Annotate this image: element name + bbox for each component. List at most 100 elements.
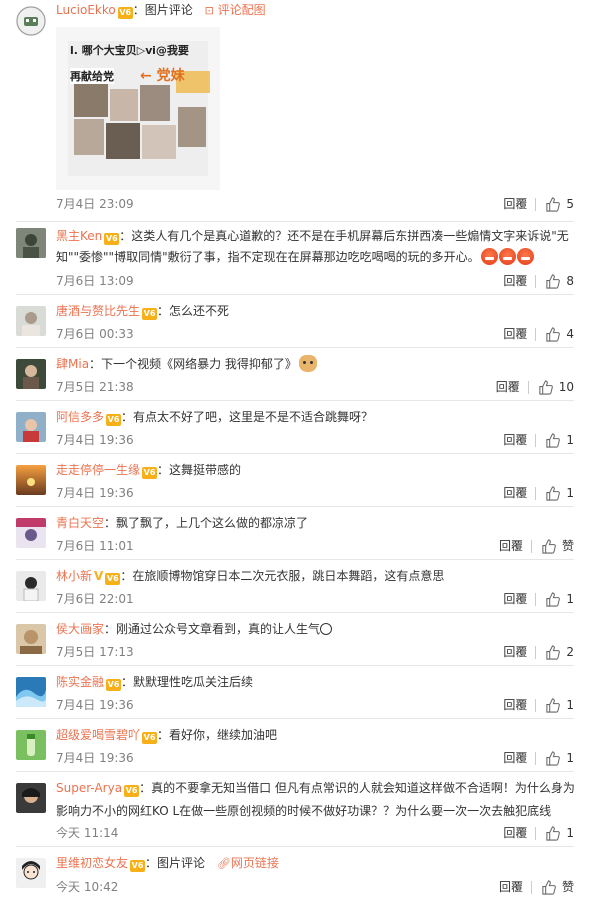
username-link[interactable]: 阿信多多 bbox=[56, 410, 104, 424]
thumbs-up-icon bbox=[546, 485, 561, 501]
reply-button[interactable]: 回覆 bbox=[503, 273, 527, 289]
comment-line: 阿信多多 V6 ：有点太不好了吧，这里是不是不适合跳舞呀？ bbox=[56, 407, 574, 428]
comment-item: 陈实金融 V6 ：默默理性吃瓜关注后续 7月4日 19:36 回覆 1 bbox=[0, 666, 590, 719]
like-button[interactable]: 1 bbox=[545, 825, 574, 841]
like-count: 4 bbox=[566, 327, 574, 341]
separator: ： bbox=[157, 463, 170, 477]
comment-item: 超级爱喝雪碧吖 V6 ：看好你，继续加油吧 7月4日 19:36 回覆 1 bbox=[0, 719, 590, 772]
avatar[interactable] bbox=[16, 677, 46, 707]
member-badge-icon: V6 bbox=[106, 414, 122, 426]
username-link[interactable]: 黑主Ken bbox=[56, 229, 102, 243]
username-link[interactable]: 青白天空 bbox=[56, 516, 104, 530]
like-count: 2 bbox=[566, 645, 574, 659]
reply-button[interactable]: 回覆 bbox=[503, 825, 527, 841]
web-link[interactable]: 🔗︎网页链接 bbox=[217, 856, 279, 870]
comment-actions: 回覆 赞 bbox=[499, 879, 574, 895]
like-button[interactable]: 赞 bbox=[541, 879, 574, 895]
reply-button[interactable]: 回覆 bbox=[503, 750, 527, 766]
username-link[interactable]: 侯大画家 bbox=[56, 622, 104, 636]
reply-button[interactable]: 回覆 bbox=[503, 432, 527, 448]
comment-image[interactable]: l. 哪个大宝贝▷ⅵ@我要 再献给党 ← 党妹 bbox=[56, 27, 220, 190]
avatar[interactable] bbox=[16, 6, 46, 36]
comment-text: 有点太不好了吧，这里是不是不适合跳舞呀？ bbox=[133, 410, 374, 424]
username-link[interactable]: LucioEkko bbox=[56, 3, 116, 17]
username-link[interactable]: 里维初恋女友 bbox=[56, 856, 128, 870]
username-link[interactable]: 超级爱喝雪碧吖 bbox=[56, 728, 140, 742]
avatar[interactable] bbox=[16, 359, 46, 389]
comment-item: Super-Arya V6 ：真的不要拿无知当借口 但凡有点常识的人就会知道这样做不… bbox=[0, 772, 590, 847]
avatar[interactable] bbox=[16, 228, 46, 258]
avatar[interactable] bbox=[16, 858, 46, 888]
thumbs-up-icon bbox=[539, 379, 553, 395]
comment-time: 7月6日 13:09 bbox=[56, 274, 134, 288]
username-link[interactable]: 肆Mia bbox=[56, 357, 89, 371]
member-badge-icon: V6 bbox=[106, 679, 122, 691]
like-count: 赞 bbox=[561, 880, 574, 894]
image-icon: ⊡ bbox=[204, 4, 214, 17]
comment-text: 这舞挺带感的 bbox=[169, 463, 242, 477]
like-button[interactable]: 1 bbox=[545, 591, 574, 607]
reply-button[interactable]: 回覆 bbox=[503, 485, 527, 501]
reply-button[interactable]: 回覆 bbox=[499, 879, 523, 895]
comment-line: 侯大画家：刚通过公众号文章看到，真的让人生气 bbox=[56, 619, 574, 640]
avatar[interactable] bbox=[16, 783, 46, 813]
reply-button[interactable]: 回覆 bbox=[503, 326, 527, 342]
member-badge-icon: V6 bbox=[117, 7, 133, 19]
username-link[interactable]: 陈实金融 bbox=[56, 675, 104, 689]
comment-actions: 回覆 1 bbox=[503, 432, 574, 448]
comment-text: 看好你，继续加油吧 bbox=[169, 728, 278, 742]
like-button[interactable]: 4 bbox=[545, 326, 574, 342]
web-link-text: 网页链接 bbox=[230, 856, 279, 870]
divider bbox=[527, 380, 529, 394]
like-button[interactable]: 8 bbox=[545, 273, 574, 289]
like-button[interactable]: 1 bbox=[545, 697, 574, 713]
avatar[interactable] bbox=[16, 412, 46, 442]
like-button[interactable]: 1 bbox=[545, 485, 574, 501]
reply-button[interactable]: 回覆 bbox=[503, 196, 527, 212]
separator: ： bbox=[139, 781, 152, 795]
reply-button[interactable]: 回覆 bbox=[503, 644, 527, 660]
comment-line: 肆Mia：下一个视频《网络暴力 我得抑郁了》 bbox=[56, 354, 574, 375]
reply-button[interactable]: 回覆 bbox=[499, 538, 523, 554]
comment-line: 超级爱喝雪碧吖 V6 ：看好你，继续加油吧 bbox=[56, 725, 574, 746]
username-link[interactable]: 唐酒与赘比先生 bbox=[56, 304, 140, 318]
like-button[interactable]: 2 bbox=[545, 644, 574, 660]
reply-button[interactable]: 回覆 bbox=[496, 379, 520, 395]
avatar[interactable] bbox=[16, 730, 46, 760]
username-link[interactable]: 走走停停一生缘 bbox=[56, 463, 140, 477]
comment-item: 林小新 V V6 ：在旅顺博物馆穿日本二次元衣服，跳日本舞蹈，这有点意思 7月6日 2… bbox=[0, 560, 590, 613]
username-link[interactable]: 林小新 bbox=[56, 569, 92, 583]
thumbs-up-icon bbox=[546, 750, 561, 766]
image-link[interactable]: ⊡ 评论配图 bbox=[205, 3, 266, 17]
comment-item: 走走停停一生缘 V6 ：这舞挺带感的 7月4日 19:36 回覆 1 bbox=[0, 454, 590, 507]
thumbs-up-icon bbox=[542, 879, 556, 895]
comment-time: 7月6日 22:01 bbox=[56, 592, 134, 606]
like-button[interactable]: 1 bbox=[545, 750, 574, 766]
username-link[interactable]: Super-Arya bbox=[56, 781, 122, 795]
comment-line: 知""委惨""博取同情"敷衍了事，指不定现在在屏幕那边吃吃喝喝的玩的多开心。 bbox=[56, 247, 574, 268]
like-button[interactable]: 10 bbox=[538, 379, 574, 395]
thumbs-up-icon bbox=[546, 697, 561, 713]
comment-text: 下一个视频《网络暴力 我得抑郁了》 bbox=[101, 357, 297, 371]
comment-time: 7月4日 19:36 bbox=[56, 751, 134, 765]
like-button[interactable]: 5 bbox=[545, 196, 574, 212]
like-button[interactable]: 赞 bbox=[541, 538, 574, 554]
comment-time: 7月6日 00:33 bbox=[56, 327, 134, 341]
comment-text: 飘了飘了，上几个这么做的都凉凉了 bbox=[116, 516, 309, 530]
avatar[interactable] bbox=[16, 306, 46, 336]
avatar[interactable] bbox=[16, 571, 46, 601]
reply-button[interactable]: 回覆 bbox=[503, 591, 527, 607]
reply-button[interactable]: 回覆 bbox=[503, 697, 527, 713]
comment-line: 黑主Ken V6 ：这类人有几个是真心道歉的？还不是在手机屏幕后东拼西凑一些煽情文字… bbox=[56, 226, 574, 247]
member-badge-icon: V6 bbox=[142, 732, 158, 744]
avatar[interactable] bbox=[16, 518, 46, 548]
member-badge-icon: V6 bbox=[142, 467, 158, 479]
comment-line: 走走停停一生缘 V6 ：这舞挺带感的 bbox=[56, 460, 574, 481]
separator: ： bbox=[119, 229, 132, 243]
avatar[interactable] bbox=[16, 624, 46, 654]
comment-text: 这类人有几个是真心道歉的？还不是在手机屏幕后东拼西凑一些煽情文字来诉说"无 bbox=[131, 229, 569, 243]
separator: ： bbox=[120, 569, 133, 583]
comment-item: 唐酒与赘比先生 V6 ：怎么还不死 7月6日 00:33 回覆 4 bbox=[0, 295, 590, 348]
avatar[interactable] bbox=[16, 465, 46, 495]
like-button[interactable]: 1 bbox=[545, 432, 574, 448]
